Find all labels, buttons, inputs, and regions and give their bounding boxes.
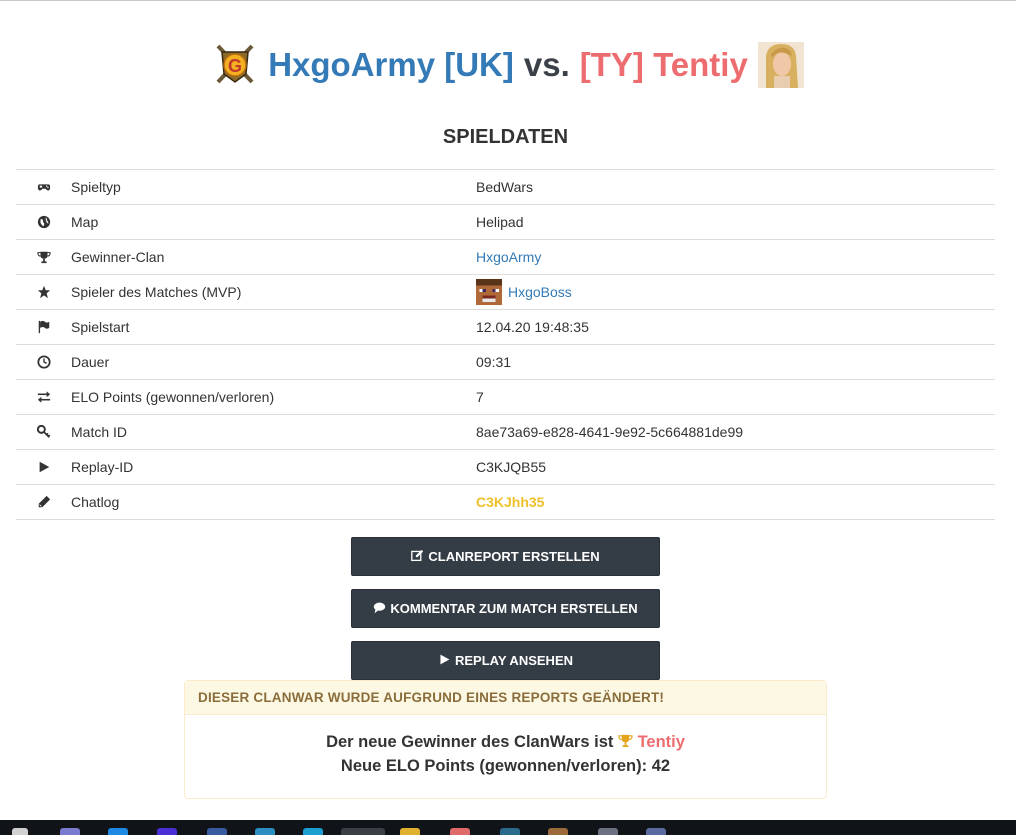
replay-button[interactable]: REPLAY ANSEHEN [351,641,660,680]
app-icon[interactable] [157,828,177,835]
globe-icon [16,215,71,229]
row-value: C3KJQB55 [476,459,547,475]
row-label: Spieler des Matches (MVP) [71,284,242,300]
trophy-icon [16,250,71,264]
team2-avatar [757,42,804,88]
row-value: BedWars [476,179,534,195]
report-change-alert: DIESER CLANWAR WURDE AUFGRUND EINES REPO… [184,680,827,799]
app-icon[interactable] [598,828,618,835]
clock-icon [16,355,71,369]
mvp-avatar [476,279,502,305]
section-title: SPIELDATEN [442,126,569,148]
vs-label: vs. [523,46,570,83]
gamepad-icon [16,180,71,194]
exchange-icon [16,390,71,404]
comment-button[interactable]: KOMMENTAR ZUM MATCH ERSTELLEN [351,589,660,628]
row-value: 8ae73a69-e828-4641-9e92-5c664881de99 [476,424,744,440]
app-icon[interactable] [646,828,666,835]
table-row: Spielstart 12.04.20 19:48:35 [16,310,995,345]
row-label: Chatlog [71,494,120,510]
app-icon[interactable] [303,828,323,835]
comment-button-label: KOMMENTAR ZUM MATCH ERSTELLEN [390,601,638,616]
table-row: ELO Points (gewonnen/verloren) 7 [16,380,995,415]
table-row: Map Helipad [16,205,995,240]
clan-logo-icon: G [212,42,258,88]
row-label: Dauer [71,354,110,370]
alert-heading: DIESER CLANWAR WURDE AUFGRUND EINES REPO… [185,681,826,715]
new-winner-line: Der neue Gewinner des ClanWars ist Tenti… [185,730,826,754]
clanreport-button-label: CLANREPORT ERSTELLEN [428,549,600,564]
row-value: 09:31 [476,354,512,370]
top-border [0,0,1016,1]
trophy-icon [618,733,638,751]
active-app-icon[interactable] [341,828,385,835]
row-value: Helipad [476,214,524,230]
winner-prefix: Der neue Gewinner des ClanWars ist [326,733,614,751]
key-icon [16,425,71,439]
row-label: Match ID [71,424,128,440]
star-icon [16,285,71,299]
os-taskbar [0,820,1016,835]
table-row: Gewinner-Clan HxgoArmy [16,240,995,275]
app-icon[interactable] [255,828,275,835]
app-icon[interactable] [207,828,227,835]
match-title: G HxgoArmy [UK] vs. [TY] Tentiy [0,40,1016,90]
replay-button-label: REPLAY ANSEHEN [455,653,573,668]
team2-name[interactable]: [TY] Tentiy [580,46,748,84]
pencil-icon [16,495,71,509]
app-icon[interactable] [500,828,520,835]
search-icon[interactable] [12,828,28,835]
clanreport-button[interactable]: CLANREPORT ERSTELLEN [351,537,660,576]
alert-body: Der neue Gewinner des ClanWars ist Tenti… [185,715,826,778]
new-elo-line: Neue ELO Points (gewonnen/verloren): 42 [340,757,671,775]
chatlog-link[interactable]: C3KJhh35 [476,494,995,510]
table-row: Chatlog C3KJhh35 [16,485,995,520]
play-icon [438,653,451,669]
table-row: Spieler des Matches (MVP) HxgoBoss [16,275,995,310]
row-label: Spielstart [71,319,130,335]
play-icon [16,460,71,474]
row-label: Replay-ID [71,459,134,475]
match-data-table: Spieltyp BedWars Map Helipad Gewinner-Cl… [16,169,995,520]
edit-icon [411,549,424,565]
row-value: 7 [476,389,484,405]
mvp-value: HxgoBoss [476,279,995,305]
app-icon[interactable] [548,828,568,835]
row-label: ELO Points (gewonnen/verloren) [71,389,275,405]
table-row: Dauer 09:31 [16,345,995,380]
team1-name[interactable]: HxgoArmy [UK] [268,46,514,84]
folder-icon[interactable] [400,828,420,835]
app-icon[interactable] [450,828,470,835]
table-row: Match ID 8ae73a69-e828-4641-9e92-5c66488… [16,415,995,450]
comment-icon [373,601,386,617]
flag-icon [16,320,71,334]
row-label: Gewinner-Clan [71,249,165,265]
row-label: Map [71,214,99,230]
table-row: Replay-ID C3KJQB55 [16,450,995,485]
new-winner-name[interactable]: Tentiy [638,733,685,751]
table-row: Spieltyp BedWars [16,170,995,205]
mvp-player-link[interactable]: HxgoBoss [508,284,572,300]
browser-icon[interactable] [108,828,128,835]
app-icon[interactable] [60,828,80,835]
svg-text:G: G [228,56,242,76]
row-label: Spieltyp [71,179,121,195]
row-value: 12.04.20 19:48:35 [476,319,589,335]
winner-clan-link[interactable]: HxgoArmy [476,249,995,265]
